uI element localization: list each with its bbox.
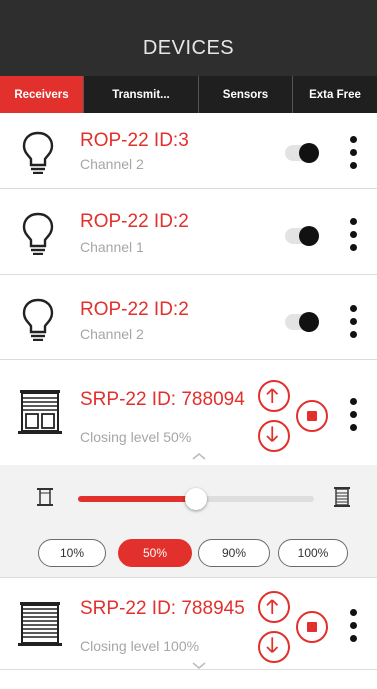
blind-control-panel: 10% 50% 90% 100%: [0, 465, 377, 578]
page-title: DEVICES: [142, 36, 235, 59]
preset-label: 100%: [297, 546, 329, 560]
preset-label: 50%: [142, 546, 168, 560]
tab-exta-free[interactable]: Exta Free: [293, 76, 377, 113]
power-toggle[interactable]: [285, 143, 319, 163]
device-channel: Channel 2: [80, 326, 144, 342]
closing-level: Closing level 50%: [80, 429, 192, 445]
preset-100-button[interactable]: 100%: [278, 539, 348, 567]
device-row[interactable]: SRP-22 ID: 788945 Closing level 100%: [0, 578, 377, 670]
more-options-icon[interactable]: [348, 218, 360, 252]
device-title: SRP-22 ID: 788094: [80, 389, 245, 410]
closing-level: Closing level 100%: [80, 638, 200, 654]
tab-label: Exta Free: [309, 88, 361, 101]
arrow-down-icon[interactable]: [258, 420, 290, 452]
stop-icon[interactable]: [296, 400, 328, 432]
bulb-icon: [22, 131, 54, 174]
tab-receivers[interactable]: Receivers: [0, 76, 84, 113]
preset-label: 10%: [59, 546, 85, 560]
device-row[interactable]: ROP-22 ID:3 Channel 2: [0, 113, 377, 189]
arrow-down-icon[interactable]: [258, 631, 290, 663]
preset-label: 90%: [221, 546, 247, 560]
blind-open-icon: [37, 488, 53, 506]
more-options-icon[interactable]: [348, 398, 360, 432]
device-row[interactable]: SRP-22 ID: 788094 Closing level 50%: [0, 360, 377, 465]
device-row[interactable]: ROP-22 ID:2 Channel 1: [0, 189, 377, 275]
blind-closed-icon: [334, 487, 350, 507]
slider-thumb[interactable]: [185, 488, 207, 510]
tab-label: Receivers: [14, 88, 69, 101]
arrow-up-icon[interactable]: [258, 591, 290, 623]
preset-90-button[interactable]: 90%: [198, 539, 270, 567]
tab-label: Sensors: [222, 88, 269, 101]
blind-closed-icon: [18, 602, 62, 646]
device-title: SRP-22 ID: 788945: [80, 598, 245, 619]
device-title: ROP-22 ID:2: [80, 299, 189, 320]
app-header: DEVICES: [0, 0, 377, 76]
bulb-icon: [22, 298, 54, 341]
device-channel: Channel 2: [80, 156, 144, 172]
slider-fill: [78, 496, 196, 502]
arrow-up-icon[interactable]: [258, 380, 290, 412]
chevron-up-icon[interactable]: [191, 452, 207, 461]
stop-icon[interactable]: [296, 611, 328, 643]
power-toggle[interactable]: [285, 226, 319, 246]
preset-50-button[interactable]: 50%: [118, 539, 192, 567]
preset-10-button[interactable]: 10%: [38, 539, 106, 567]
tab-bar: Receivers Transmit... Sensors Exta Free: [0, 76, 377, 113]
chevron-down-icon[interactable]: [191, 662, 207, 670]
device-channel: Channel 1: [80, 239, 144, 255]
tab-label: Transmit...: [112, 88, 170, 101]
device-row[interactable]: ROP-22 ID:2 Channel 2: [0, 275, 377, 360]
device-title: ROP-22 ID:3: [80, 130, 189, 151]
more-options-icon[interactable]: [348, 609, 360, 643]
bulb-icon: [22, 212, 54, 255]
device-title: ROP-22 ID:2: [80, 211, 189, 232]
more-options-icon[interactable]: [348, 305, 360, 339]
window-blind-icon: [18, 390, 62, 434]
power-toggle[interactable]: [285, 312, 319, 332]
tab-transmitters[interactable]: Transmit...: [84, 76, 199, 113]
more-options-icon[interactable]: [348, 136, 360, 170]
tab-sensors[interactable]: Sensors: [199, 76, 293, 113]
